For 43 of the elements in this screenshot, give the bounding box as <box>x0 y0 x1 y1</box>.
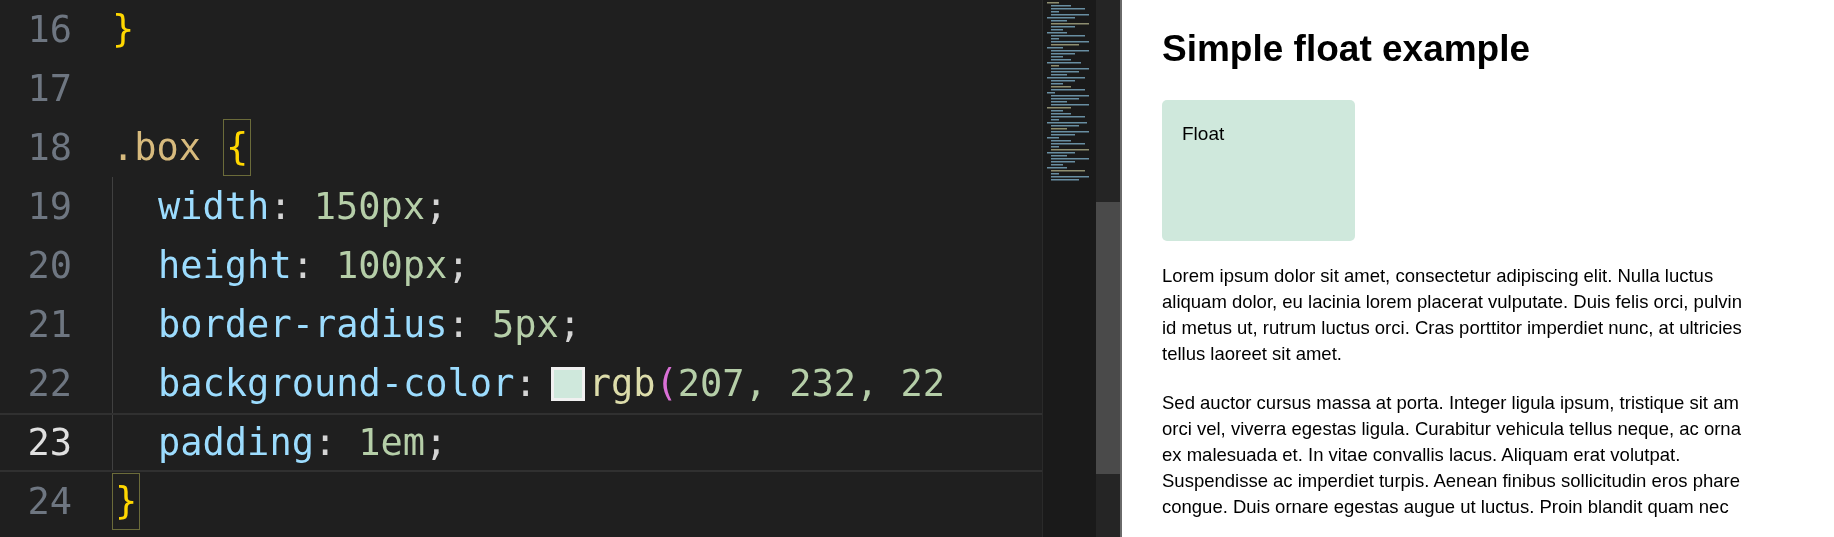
punctuation-text: : <box>269 183 292 230</box>
paragraph: Sed auctor cursus massa at porta. Integer ligula ipsum, tristique sit am orci vel, viverra egestas ligula. Curabitur vehicula tellus neque, ac orna ex malesuada et. In vitae convallis lacus. Aliquam erat volutpat. Suspendisse ac imperdiet turpis. Aenean finibus sollicitudin eros phare congue. Duis ornare egestas augue ut luctus. Proin blandit quam nec <box>1162 391 1742 519</box>
brace-text: } <box>112 6 135 53</box>
brace-text: } <box>112 472 141 531</box>
page-heading: Simple float example <box>1162 27 1532 71</box>
line-number: 24 <box>26 478 72 525</box>
line-number: 19 <box>26 183 72 230</box>
punctuation-text: ; <box>425 419 448 466</box>
float-label: Float <box>1182 123 1225 145</box>
line-number: 17 <box>26 65 72 112</box>
brace-text: { <box>223 118 252 177</box>
paragraph: Lorem ipsum dolor sit amet, consectetur adipiscing elit. Nulla luctus aliquam dolor, eu lacinia lorem placerat vulputate. Duis felis orci, pulvin id metus ut, rutrum luctus orci. Cras porttitor imperdiet nunc, at ultricies tellus laoreet sit amet. <box>1162 264 1743 366</box>
property-value: 150px <box>313 183 426 230</box>
line-number: 22 <box>26 360 72 407</box>
punctuation-text: ; <box>425 183 448 230</box>
parenthesis-text: ( <box>655 360 678 407</box>
punctuation-text: : <box>447 301 470 348</box>
property-value: 100px <box>335 242 448 289</box>
minimap-drawing[interactable] <box>1045 2 1089 182</box>
punctuation-text: : <box>514 360 537 407</box>
property-value: 1em <box>358 419 426 466</box>
punctuation-text: : <box>291 242 314 289</box>
property-name: height <box>158 242 292 289</box>
property-name: background-color <box>158 360 515 407</box>
punctuation-text: ; <box>558 301 581 348</box>
line-number: 16 <box>26 6 72 53</box>
color-swatch[interactable] <box>550 366 585 401</box>
scrollbar-thumb[interactable] <box>1096 202 1120 474</box>
line-number: 20 <box>26 242 72 289</box>
property-name: border-radius <box>158 301 448 348</box>
scrollbar-track[interactable] <box>1096 0 1120 537</box>
property-name: padding <box>158 419 314 466</box>
line-number: 18 <box>26 124 72 171</box>
property-value: 207, 232, 22 <box>677 360 946 407</box>
function-name: rgb <box>588 360 656 407</box>
line-number: 21 <box>26 301 72 348</box>
selector-text: .box <box>112 124 202 171</box>
punctuation-text: ; <box>447 242 470 289</box>
punctuation-text: : <box>313 419 337 466</box>
line-number: 23 <box>26 419 72 466</box>
minimap[interactable] <box>1042 0 1096 537</box>
property-value: 5px <box>491 301 559 348</box>
property-name: width <box>158 183 270 230</box>
